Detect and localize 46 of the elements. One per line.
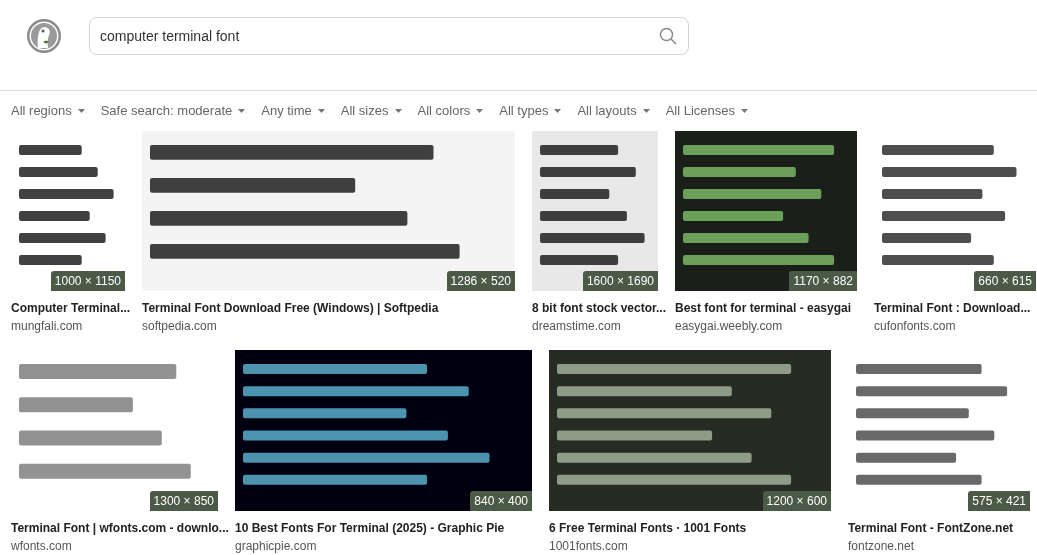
result-source: wfonts.com (11, 538, 72, 555)
filter-dropdown[interactable]: All sizes (340, 101, 402, 121)
result-source: cufonfonts.com (874, 318, 956, 335)
search-icon[interactable] (659, 27, 677, 45)
result-title[interactable]: Terminal Font | wfonts.com - downlo... (11, 519, 229, 537)
result-source: 1001fonts.com (549, 538, 628, 555)
duck-logo-icon[interactable] (25, 18, 62, 54)
result-title[interactable]: Terminal Font Download Free (Windows) | Softpedia (142, 299, 439, 317)
filter-dropdown[interactable]: All types (499, 101, 562, 121)
filter-dropdown[interactable]: Safe search: moderate (100, 101, 246, 121)
image-size-badge: 1600 × 1690 (582, 271, 658, 291)
filter-dropdown[interactable]: All regions (11, 101, 85, 121)
caret-icon (394, 109, 402, 113)
image-size-badge: 1200 × 600 (762, 491, 831, 511)
result-title[interactable]: 10 Best Fonts For Terminal (2025) - Graphic Pie (235, 519, 505, 537)
caret-icon (642, 109, 650, 113)
image-size-badge: 1300 × 850 (149, 491, 218, 511)
result-title[interactable]: 6 Free Terminal Fonts · 1001 Fonts (549, 519, 747, 537)
result-source: mungfali.com (11, 318, 83, 335)
caret-icon (317, 109, 325, 113)
caret-icon (741, 109, 748, 113)
image-size-badge: 575 × 421 (968, 491, 1030, 511)
caret-icon (554, 109, 562, 113)
result-source: dreamstime.com (532, 318, 621, 335)
result-source: softpedia.com (142, 318, 217, 335)
result-title[interactable]: Terminal Font - FontZone.net (848, 519, 1014, 537)
filter-dropdown[interactable]: All colors (417, 101, 484, 121)
image-size-badge: 1000 × 1150 (50, 271, 125, 291)
filter-dropdown[interactable]: Any time (261, 101, 325, 121)
caret-icon (77, 109, 85, 113)
search-field[interactable]: computer terminal font (89, 17, 689, 55)
caret-icon (476, 109, 484, 113)
filter-dropdown[interactable]: All layouts (577, 101, 650, 121)
image-size-badge: 660 × 615 (974, 271, 1036, 291)
image-size-badge: 1170 × 882 (789, 271, 857, 291)
result-title[interactable]: Best font for terminal - easygai (675, 299, 852, 317)
caret-icon (238, 109, 246, 113)
result-source: graphicpie.com (235, 538, 317, 555)
image-size-badge: 1286 × 520 (446, 271, 515, 291)
result-source: fontzone.net (848, 538, 915, 555)
result-source: easygai.weebly.com (675, 318, 783, 335)
filter-dropdown[interactable]: All Licenses (665, 101, 748, 121)
result-title[interactable]: 8 bit font stock vector... (532, 299, 667, 317)
image-size-badge: 840 × 400 (470, 491, 532, 511)
result-title[interactable]: Computer Terminal... (11, 299, 131, 317)
result-title[interactable]: Terminal Font : Download... (874, 299, 1031, 317)
